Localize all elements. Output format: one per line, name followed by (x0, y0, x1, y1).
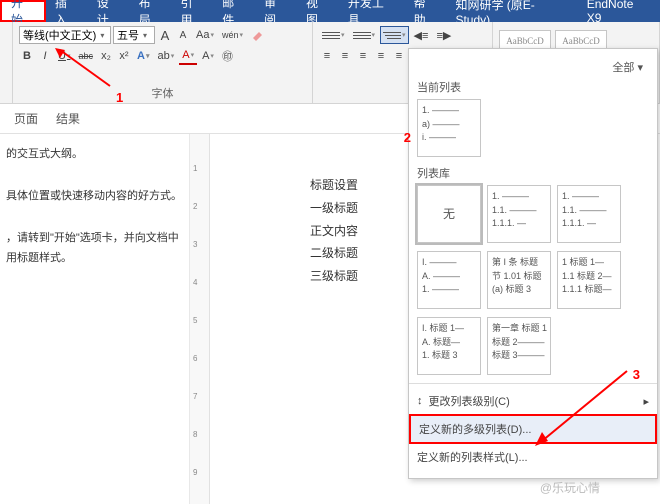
vertical-ruler: 123456789 (190, 134, 210, 504)
strike-button[interactable]: abc (75, 47, 96, 65)
ribbon-tabs: 开始 插入 设计 布局 引用 邮件 审阅 视图 开发工具 帮助 知网研学 (原E… (0, 0, 660, 22)
char-shading-button[interactable]: A (199, 47, 217, 65)
tab-help[interactable]: 帮助 (405, 0, 447, 22)
text-effects-button[interactable]: A (134, 47, 152, 65)
justify-button[interactable]: ≡ (373, 47, 389, 65)
nav-pane-text: 的交互式大纲。 具体位置或快速移动内容的好方式。 ，请转到"开始"选项卡，并向文… (0, 134, 190, 504)
watermark: @乐玩心情 (540, 479, 600, 496)
tab-review[interactable]: 审阅 (255, 0, 297, 22)
shrink-font-button[interactable]: A (175, 26, 191, 44)
nav-page[interactable]: 页面 (14, 110, 38, 127)
document-body[interactable]: 标题设置 一级标题 正文内容 二级标题 三级标题 (210, 134, 410, 504)
annotation-2: 2 (404, 130, 411, 145)
tab-layout[interactable]: 布局 (130, 0, 172, 22)
dd-all[interactable]: 全部 ▾ (417, 59, 649, 75)
lib-thumb-6[interactable]: I. 标题 1― A. 标题― 1. 标题 3 (417, 317, 481, 375)
lib-thumb-4[interactable]: 第 I 条 标题 节 1.01 标题 (a) 标题 3 (487, 251, 551, 309)
define-new-list-style[interactable]: 定义新的列表样式(L)... (409, 444, 657, 470)
multilevel-dropdown: 全部 ▾ 当前列表 1. ――― a) ――― i. ――― 列表库 无 1. … (408, 48, 658, 479)
clear-format-button[interactable] (248, 26, 268, 44)
tab-view[interactable]: 视图 (297, 0, 339, 22)
underline-button[interactable]: U (55, 47, 73, 65)
tab-design[interactable]: 设计 (88, 0, 130, 22)
lib-thumb-1[interactable]: 1. ――― 1.1. ――― 1.1.1. ― (487, 185, 551, 243)
highlight-button[interactable]: ab (154, 47, 177, 65)
italic-button[interactable]: I (37, 47, 53, 65)
annotation-3: 3 (633, 367, 640, 382)
dd-library-label: 列表库 (417, 165, 649, 181)
tab-endnote[interactable]: EndNote X9 (578, 0, 660, 22)
font-color-button[interactable]: A (179, 47, 197, 65)
phonetic-button[interactable]: wén (219, 26, 246, 44)
superscript-button[interactable]: x² (116, 47, 132, 65)
define-new-multilevel[interactable]: 定义新的多级列表(D)... (409, 414, 657, 444)
align-right-button[interactable]: ≡ (355, 47, 371, 65)
clipboard-group (0, 22, 13, 103)
font-group: 等线(中文正文)▾ 五号▾ A A Aa wén B I U abc x₂ x²… (13, 22, 313, 103)
lib-thumb-2[interactable]: 1. ――― 1.1. ――― 1.1.1. ― (557, 185, 621, 243)
align-center-button[interactable]: ≡ (337, 47, 353, 65)
bold-button[interactable]: B (19, 47, 35, 65)
font-name-select[interactable]: 等线(中文正文)▾ (19, 26, 111, 44)
tab-references[interactable]: 引用 (171, 0, 213, 22)
lib-thumb-7[interactable]: 第一章 标题 1 标题 2――― 标题 3――― (487, 317, 551, 375)
font-group-label: 字体 (19, 83, 306, 103)
nav-results[interactable]: 结果 (56, 110, 80, 127)
distribute-button[interactable]: ≡ (391, 47, 407, 65)
subscript-button[interactable]: x₂ (98, 47, 114, 65)
decrease-indent-button[interactable]: ◀≡ (411, 26, 432, 44)
tab-estudy[interactable]: 知网研学 (原E-Study) (446, 0, 577, 22)
change-case-button[interactable]: Aa (193, 26, 217, 44)
change-list-level[interactable]: ↕更改列表级别(C)▸ (409, 388, 657, 414)
lib-thumb-5[interactable]: 1 标题 1― 1.1 标题 2― 1.1.1 标题― (557, 251, 621, 309)
increase-indent-button[interactable]: ≡▶ (433, 26, 454, 44)
bullets-button[interactable] (319, 26, 348, 44)
current-list-thumb[interactable]: 1. ――― a) ――― i. ――― (417, 99, 481, 157)
tab-home[interactable]: 开始 (0, 0, 46, 22)
tab-insert[interactable]: 插入 (46, 0, 88, 22)
char-border-button[interactable]: ㊞ (219, 47, 236, 65)
dd-current-label: 当前列表 (417, 79, 649, 95)
lib-thumb-3[interactable]: I. ――― A. ――― 1. ――― (417, 251, 481, 309)
numbering-button[interactable] (350, 26, 379, 44)
annotation-1: 1 (116, 90, 123, 105)
lib-none[interactable]: 无 (417, 185, 481, 243)
font-size-select[interactable]: 五号▾ (113, 26, 155, 44)
multilevel-list-button[interactable] (380, 26, 409, 44)
tab-mailings[interactable]: 邮件 (213, 0, 255, 22)
grow-font-button[interactable]: A (157, 26, 173, 44)
tab-developer[interactable]: 开发工具 (339, 0, 405, 22)
align-left-button[interactable]: ≡ (319, 47, 335, 65)
